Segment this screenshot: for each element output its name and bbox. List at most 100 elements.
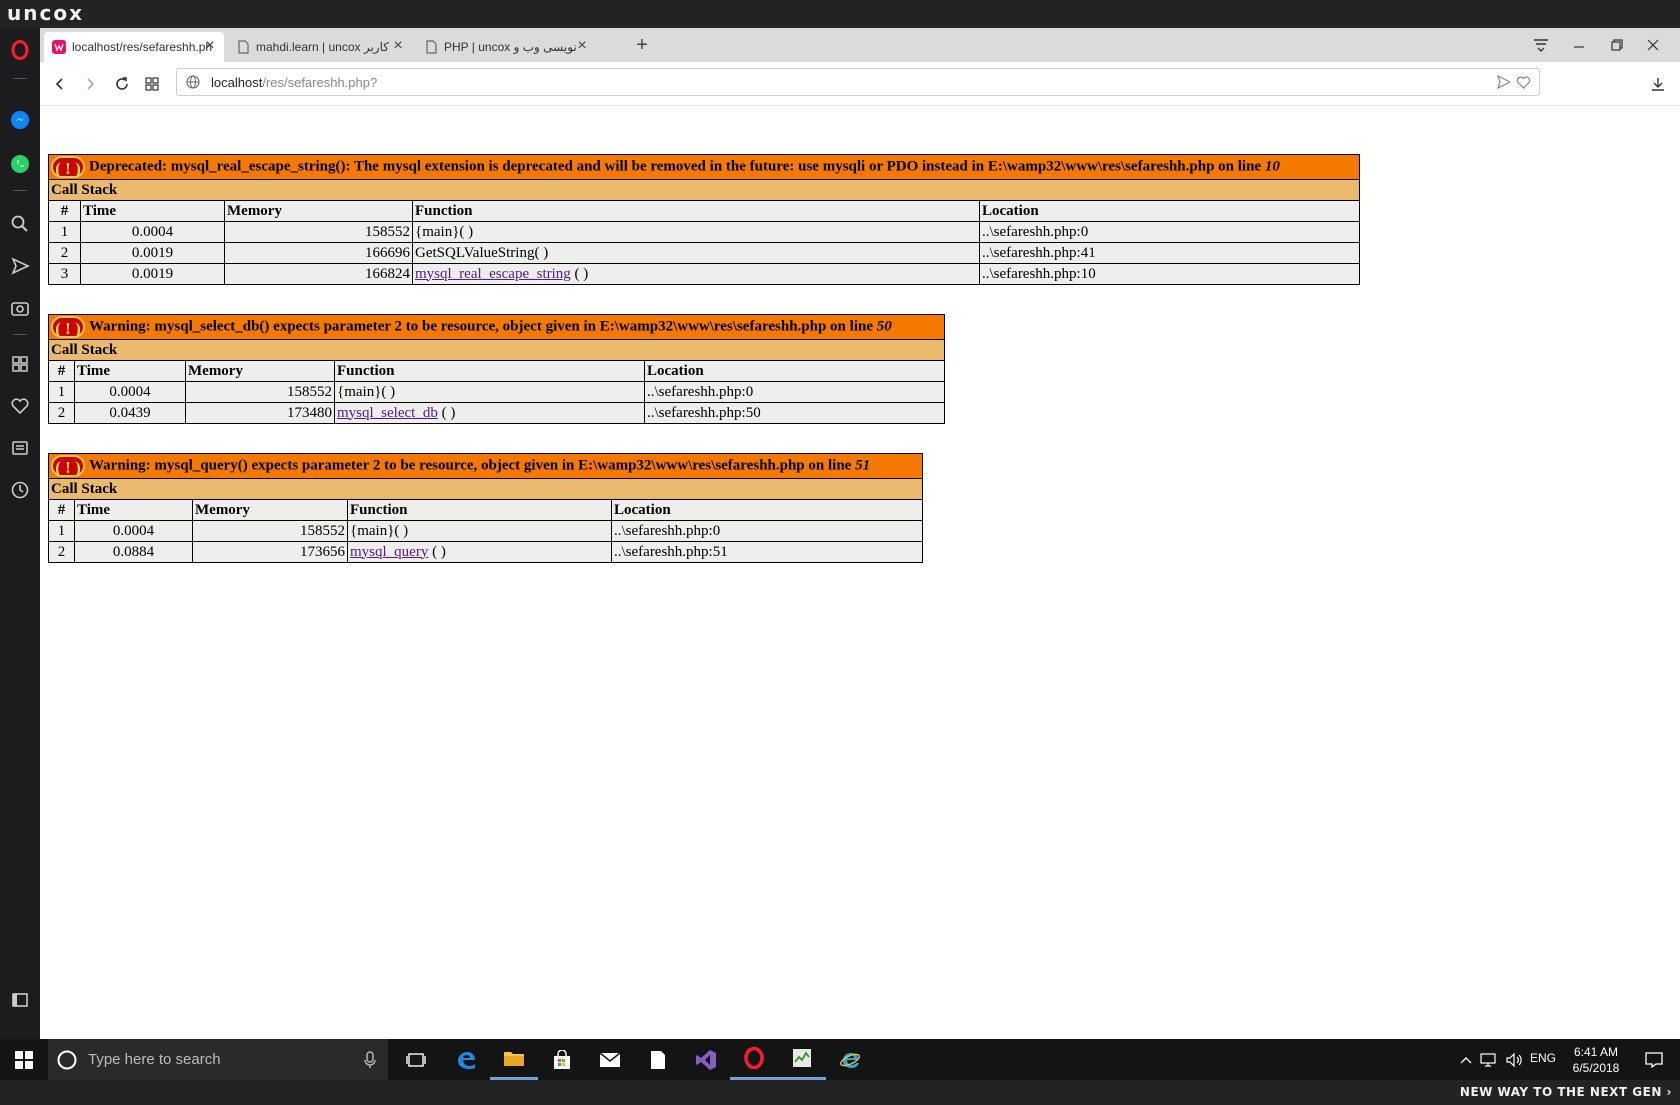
taskbar-search-box[interactable]: Type here to search xyxy=(48,1039,388,1080)
frame-function: mysql_select_db ( ) xyxy=(334,402,645,424)
function-parens: ( ) xyxy=(428,543,446,560)
opera-logo-icon[interactable] xyxy=(8,38,32,62)
sidebar-divider xyxy=(13,334,27,335)
messenger-icon[interactable] xyxy=(8,108,32,132)
bookmark-heart-icon[interactable] xyxy=(1516,75,1531,89)
history-icon[interactable] xyxy=(8,478,32,502)
show-hidden-icons-icon[interactable] xyxy=(1456,1039,1476,1080)
sidebar-divider xyxy=(13,78,27,79)
news-icon[interactable] xyxy=(8,436,32,460)
watermark-bottom-bar: NEW WAY TO THE NEXT GEN › xyxy=(0,1080,1680,1105)
volume-icon[interactable] xyxy=(1502,1039,1528,1080)
frame-location: ..\sefareshh.php:50 xyxy=(644,402,945,424)
frame-function: mysql_real_escape_string ( ) xyxy=(412,263,980,285)
frame-function: {main}( ) xyxy=(334,381,645,403)
watermark-top-bar: uncox xyxy=(0,0,1680,28)
frame-time: 0.0884 xyxy=(74,541,193,563)
send-page-icon[interactable] xyxy=(1497,75,1511,89)
network-icon[interactable] xyxy=(1476,1039,1502,1080)
back-button[interactable] xyxy=(48,72,72,96)
edge-icon[interactable] xyxy=(442,1039,490,1080)
opera-taskbar-icon[interactable] xyxy=(730,1039,778,1080)
close-icon[interactable]: × xyxy=(390,38,406,54)
language-indicator[interactable]: ENG xyxy=(1530,1051,1556,1065)
col-hash-header: # xyxy=(48,360,75,382)
visual-studio-icon[interactable] xyxy=(682,1039,730,1080)
close-icon[interactable]: × xyxy=(574,38,590,54)
error-line-number: 10 xyxy=(1264,158,1280,175)
xdebug-error-table: ( ! ) Warning: mysql_select_db() expects … xyxy=(48,314,945,424)
speed-dial-button[interactable] xyxy=(140,72,164,96)
browser-window: localhost/res/sefareshh.ph × mahdi.learn… xyxy=(0,28,1680,1039)
action-center-icon[interactable] xyxy=(1630,1039,1678,1080)
frame-number: 1 xyxy=(48,520,75,542)
send-icon[interactable] xyxy=(8,254,32,278)
url-text: localhost/res/sefareshh.php? xyxy=(211,75,377,90)
function-parens: ( ) xyxy=(437,404,456,421)
url-field[interactable]: localhost/res/sefareshh.php? xyxy=(176,68,1540,96)
table-row: 1 0.0004 158552 {main}( ) ..\sefareshh.php:0 xyxy=(48,221,1360,243)
restore-button[interactable] xyxy=(1604,34,1630,56)
whatsapp-icon[interactable] xyxy=(8,152,32,176)
heart-icon[interactable] xyxy=(8,394,32,418)
call-stack-heading: Call Stack xyxy=(48,478,923,500)
php-manual-link[interactable]: mysql_real_escape_string xyxy=(415,266,571,282)
taskbar-clock[interactable]: 6:41 AM 6/5/2018 xyxy=(1566,1044,1626,1076)
page-icon xyxy=(426,40,437,54)
opera-sidebar xyxy=(0,28,40,1039)
frame-location: ..\sefareshh.php:0 xyxy=(611,520,923,542)
frame-function: {main}( ) xyxy=(412,221,980,243)
start-button[interactable] xyxy=(0,1039,48,1080)
download-icon[interactable] xyxy=(1646,72,1670,96)
xdebug-error-table: ( ! ) Warning: mysql_query() expects para… xyxy=(48,453,923,563)
error-line-number: 51 xyxy=(855,457,871,474)
tab-mahdi-learn[interactable]: mahdi.learn | uncox کاربر × xyxy=(228,32,412,62)
microphone-icon[interactable] xyxy=(364,1051,376,1069)
table-row: 2 0.0884 173656 mysql_query ( ) ..\sefareshh… xyxy=(48,541,923,563)
col-location-header: Location xyxy=(644,360,945,382)
frame-location: ..\sefareshh.php:10 xyxy=(979,263,1360,285)
tab-menu-icon[interactable] xyxy=(1528,34,1554,56)
cortana-icon xyxy=(57,1050,77,1070)
php-manual-link[interactable]: mysql_select_db xyxy=(337,405,438,421)
error-text: Warning: mysql_query() expects parameter… xyxy=(89,457,852,474)
error-exclamation-icon: ( ! ) xyxy=(51,156,85,178)
reload-button[interactable] xyxy=(110,72,134,96)
speed-dial-icon[interactable] xyxy=(8,352,32,376)
error-text: Warning: mysql_select_db() expects param… xyxy=(89,318,873,335)
task-view-icon[interactable] xyxy=(392,1039,440,1080)
clock-time: 6:41 AM xyxy=(1573,1045,1619,1059)
col-memory-header: Memory xyxy=(192,499,348,521)
notepad-icon[interactable] xyxy=(634,1039,682,1080)
frame-memory: 173656 xyxy=(192,541,348,563)
windows-taskbar: Type here to search ENG 6:41 AM 6/5/2018 xyxy=(0,1039,1680,1080)
uncox-logo: uncox xyxy=(7,1,84,25)
function-parens: ( ) xyxy=(570,265,589,282)
sidebar-toggle-icon[interactable] xyxy=(8,988,32,1012)
minimize-button[interactable] xyxy=(1566,34,1592,56)
php-manual-link[interactable]: mysql_query xyxy=(350,544,428,560)
forward-button[interactable] xyxy=(78,72,102,96)
tab-php-uncox[interactable]: PHP | uncox نویسی وب و × xyxy=(416,32,596,62)
frame-location: ..\sefareshh.php:0 xyxy=(644,381,945,403)
mail-icon[interactable] xyxy=(586,1039,634,1080)
frame-memory: 158552 xyxy=(224,221,413,243)
frame-time: 0.0004 xyxy=(74,381,186,403)
frame-memory: 158552 xyxy=(192,520,348,542)
close-icon[interactable]: × xyxy=(202,38,218,54)
new-tab-button[interactable]: + xyxy=(630,34,654,57)
camera-icon[interactable] xyxy=(8,296,32,320)
tab-localhost[interactable]: localhost/res/sefareshh.ph × xyxy=(44,32,224,62)
table-row: 3 0.0019 166824 mysql_real_escape_string ( … xyxy=(48,263,1360,285)
col-time-header: Time xyxy=(74,360,186,382)
internet-explorer-icon[interactable] xyxy=(826,1039,874,1080)
frame-function: GetSQLValueString( ) xyxy=(412,242,980,264)
close-window-button[interactable] xyxy=(1640,34,1666,56)
file-explorer-icon[interactable] xyxy=(490,1039,538,1080)
tab-bar: localhost/res/sefareshh.ph × mahdi.learn… xyxy=(40,28,1680,62)
address-bar: localhost/res/sefareshh.php? xyxy=(40,62,1680,106)
task-manager-icon[interactable] xyxy=(778,1039,826,1080)
search-icon[interactable] xyxy=(8,212,32,236)
store-icon[interactable] xyxy=(538,1039,586,1080)
tab-label: localhost/res/sefareshh.ph xyxy=(72,40,212,54)
